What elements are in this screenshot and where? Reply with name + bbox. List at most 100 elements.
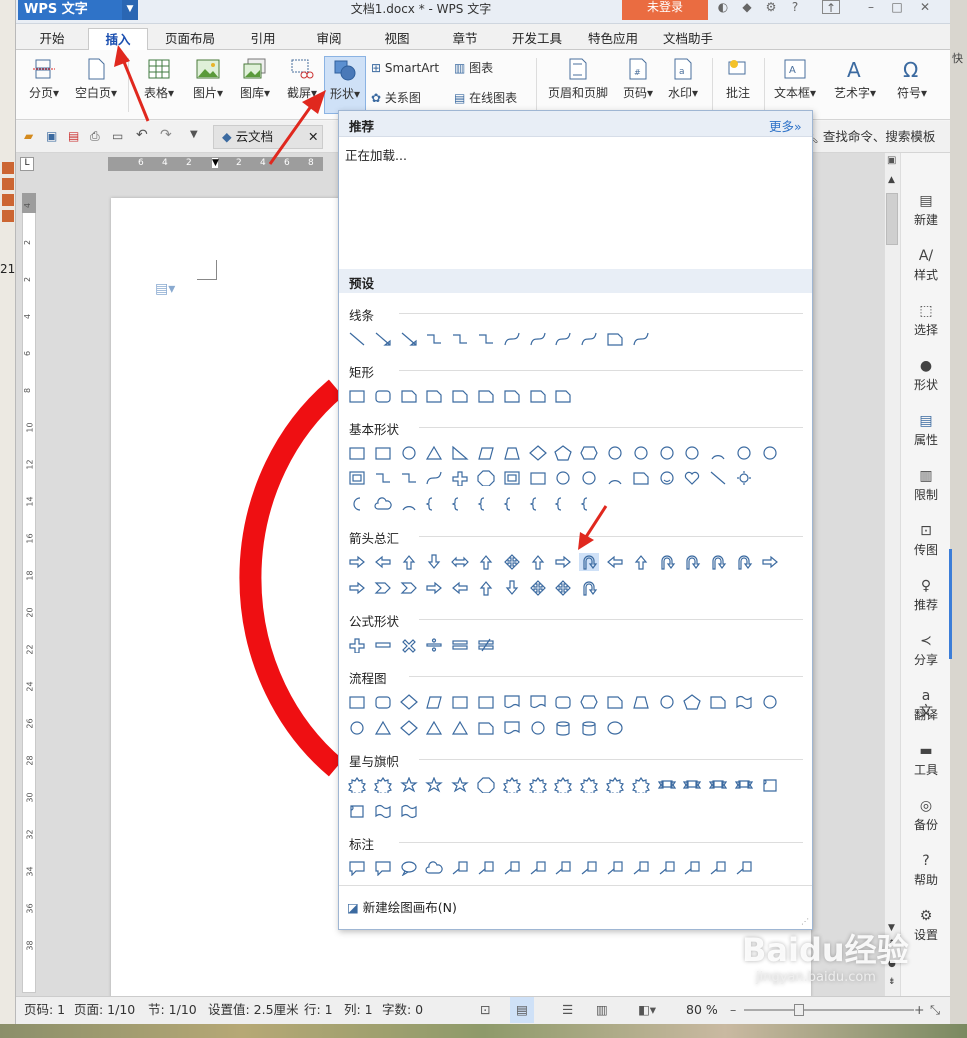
shape-brace-icon[interactable] xyxy=(528,495,548,513)
blank-page-button[interactable]: 空白页▾ xyxy=(70,56,122,114)
shape-trap-icon[interactable] xyxy=(631,693,651,711)
page-break-button[interactable]: 分页▾ xyxy=(22,56,66,114)
shape-star5-icon[interactable] xyxy=(424,776,444,794)
shape-rarrow-icon[interactable] xyxy=(553,553,573,571)
shape-snip-icon[interactable] xyxy=(553,387,573,405)
wordart-button[interactable]: A 艺术字▾ xyxy=(826,56,884,114)
shape-circle-icon[interactable] xyxy=(399,444,419,462)
shape-flowdoc-icon[interactable] xyxy=(502,693,522,711)
web-view-icon[interactable]: ▥ xyxy=(596,997,608,1023)
tab-page-layout[interactable]: 页面布局 xyxy=(158,28,222,50)
shape-flowdoc-icon[interactable] xyxy=(502,719,522,737)
shape-tri-icon[interactable] xyxy=(424,444,444,462)
shape-snip-icon[interactable] xyxy=(476,387,496,405)
shape-para-icon[interactable] xyxy=(424,693,444,711)
shape-hexa-icon[interactable] xyxy=(579,444,599,462)
shape-wave-icon[interactable] xyxy=(399,802,419,820)
shape-callout-icon[interactable] xyxy=(347,859,367,877)
zoom-level[interactable]: 80 % xyxy=(686,997,718,1023)
shape-rect-icon[interactable] xyxy=(476,693,496,711)
save-icon[interactable]: ▣ xyxy=(46,129,57,143)
app-logo-button[interactable]: WPS 文字 xyxy=(18,0,138,20)
eye-protect-icon[interactable]: ◧▾ xyxy=(638,997,656,1023)
shape-cross-icon[interactable] xyxy=(450,469,470,487)
shape-linecall-icon[interactable] xyxy=(734,859,754,877)
shape-uarrow-icon[interactable] xyxy=(399,553,419,571)
shape-rect-icon[interactable] xyxy=(528,469,548,487)
shape-ovalcall-icon[interactable] xyxy=(399,859,419,877)
shape-ribbon-icon[interactable] xyxy=(657,776,677,794)
shape-scroll-icon[interactable] xyxy=(347,802,367,820)
shape-linecall-icon[interactable] xyxy=(553,859,573,877)
shape-quad-icon[interactable] xyxy=(502,553,522,571)
tab-review[interactable]: 审阅 xyxy=(304,28,354,50)
shape-linecall-icon[interactable] xyxy=(708,859,728,877)
shape-linecall-icon[interactable] xyxy=(450,859,470,877)
tab-reference[interactable]: 引用 xyxy=(238,28,288,50)
collapse-pane-icon[interactable]: ▣ xyxy=(887,155,896,166)
sidebar-item-select[interactable]: ⬚ 选择 xyxy=(901,295,951,345)
logo-dropdown-icon[interactable]: ▼ xyxy=(122,0,138,20)
shape-sun-icon[interactable] xyxy=(734,469,754,487)
shape-snip-icon[interactable] xyxy=(476,719,496,737)
online-chart-button[interactable]: ▤ 在线图表 xyxy=(454,88,534,108)
shape-burst-icon[interactable] xyxy=(347,776,367,794)
tab-stop-selector[interactable]: L xyxy=(20,157,34,171)
shape-circle-icon[interactable] xyxy=(579,469,599,487)
maximize-icon[interactable]: □ xyxy=(888,0,906,16)
shape-diamond-icon[interactable] xyxy=(399,693,419,711)
shape-ribbon-icon[interactable] xyxy=(682,776,702,794)
restore-up-icon[interactable]: ↑ xyxy=(822,0,840,15)
shape-circle-icon[interactable] xyxy=(657,693,677,711)
shape-penta-icon[interactable] xyxy=(682,693,702,711)
shape-rrect-icon[interactable] xyxy=(553,693,573,711)
shape-neq-icon[interactable] xyxy=(476,636,496,654)
shape-uturn-icon[interactable] xyxy=(657,553,677,571)
shape-curve-icon[interactable] xyxy=(424,469,444,487)
redo-icon[interactable]: ↷ xyxy=(160,127,172,143)
shape-linecall-icon[interactable] xyxy=(502,859,522,877)
smartart-button[interactable]: ⊞ SmartArt xyxy=(371,58,451,78)
shape-linecall-icon[interactable] xyxy=(682,859,702,877)
shape-octa-icon[interactable] xyxy=(476,776,496,794)
print-preview-icon[interactable]: ▭ xyxy=(112,129,123,143)
shape-cloud-icon[interactable] xyxy=(424,859,444,877)
shape-diamond-icon[interactable] xyxy=(399,719,419,737)
shape-quad-icon[interactable] xyxy=(528,579,548,597)
sidebar-item-share[interactable]: ≺ 分享 xyxy=(901,625,951,675)
shape-linecall-icon[interactable] xyxy=(476,859,496,877)
shape-burst-icon[interactable] xyxy=(553,776,573,794)
more-link[interactable]: 更多» xyxy=(769,116,802,135)
quick-dropdown-icon[interactable]: ▼ xyxy=(190,129,198,140)
shape-uarrow-icon[interactable] xyxy=(476,553,496,571)
page-number-button[interactable]: # 页码▾ xyxy=(618,56,658,114)
shape-burst-icon[interactable] xyxy=(373,776,393,794)
shape-minus-icon[interactable] xyxy=(373,636,393,654)
shape-para-icon[interactable] xyxy=(476,444,496,462)
shape-burst-icon[interactable] xyxy=(502,776,522,794)
shape-arrowline-icon[interactable] xyxy=(373,330,393,348)
tab-special[interactable]: 特色应用 xyxy=(580,28,646,50)
shape-rect-icon[interactable] xyxy=(347,693,367,711)
vertical-scrollbar[interactable]: ▣ ▲ ▼ ⇞ ● ⇟ xyxy=(884,153,900,996)
shape-scroll-icon[interactable] xyxy=(760,776,780,794)
shape-curve-icon[interactable] xyxy=(528,330,548,348)
shape-plus-icon[interactable] xyxy=(347,636,367,654)
sidebar-item-tools[interactable]: ▬ 工具 xyxy=(901,735,951,785)
shape-brace-icon[interactable] xyxy=(450,495,470,513)
sidebar-item-help[interactable]: ? 帮助 xyxy=(901,845,951,895)
shape-snip-icon[interactable] xyxy=(399,387,419,405)
shape-linecall-icon[interactable] xyxy=(579,859,599,877)
page-view-icon[interactable]: ▤ xyxy=(510,997,534,1023)
shape-linecall-icon[interactable] xyxy=(657,859,677,877)
shape-line-icon[interactable] xyxy=(708,469,728,487)
paragraph-icon[interactable]: ▤▾ xyxy=(155,281,175,297)
horizontal-ruler[interactable]: 6 4 2 ▼ 2 4 6 8 xyxy=(108,157,323,171)
shape-circle-icon[interactable] xyxy=(760,693,780,711)
shape-larrow-icon[interactable] xyxy=(450,579,470,597)
sidebar-item-shape[interactable]: ● 形状 xyxy=(901,350,951,400)
sidebar-item-new[interactable]: ▤ 新建 xyxy=(901,185,951,235)
shape-elbow-icon[interactable] xyxy=(476,330,496,348)
shape-brace-icon[interactable] xyxy=(502,495,522,513)
sidebar-item-style[interactable]: A/样式 xyxy=(901,240,951,290)
